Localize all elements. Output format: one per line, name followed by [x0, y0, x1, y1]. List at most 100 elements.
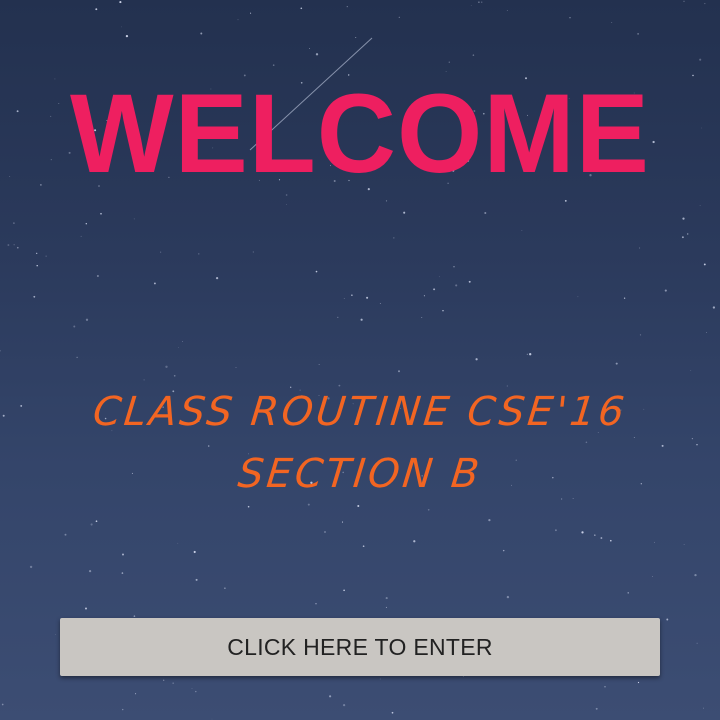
star [682, 217, 685, 220]
star [637, 33, 639, 35]
star [16, 246, 19, 249]
star [484, 211, 487, 215]
star [177, 542, 179, 544]
star [681, 236, 684, 239]
star [195, 578, 198, 581]
star [121, 572, 124, 574]
star [529, 353, 532, 356]
star [609, 539, 612, 542]
star [472, 54, 475, 56]
star [7, 244, 10, 246]
star [84, 607, 88, 610]
star [506, 10, 508, 11]
star [80, 235, 82, 237]
star [153, 282, 156, 285]
star [338, 384, 341, 387]
star [427, 508, 430, 511]
star [122, 708, 124, 711]
star [615, 362, 618, 365]
star [712, 306, 716, 309]
star [252, 251, 254, 253]
star [286, 204, 287, 205]
star [639, 334, 642, 336]
enter-button[interactable]: CLICK HERE TO ENTER [60, 618, 660, 676]
star [342, 703, 346, 707]
star [683, 0, 685, 2]
star [165, 365, 168, 368]
star [135, 693, 137, 695]
star [699, 205, 701, 207]
star [554, 529, 557, 532]
star [119, 1, 122, 4]
star [379, 303, 381, 304]
star [307, 503, 310, 506]
star [633, 437, 635, 438]
star [639, 247, 641, 249]
star [455, 284, 458, 287]
star [351, 294, 353, 296]
star [237, 19, 239, 21]
star [470, 5, 472, 6]
star [506, 595, 510, 599]
star [360, 318, 363, 321]
class-routine-subtitle: CLASS ROUTINE CSE'16 [90, 389, 630, 435]
star [133, 218, 135, 220]
star [85, 223, 87, 225]
star [577, 296, 579, 298]
star [398, 370, 400, 373]
star [366, 296, 369, 299]
star [706, 332, 707, 333]
star [173, 374, 176, 377]
star [468, 280, 471, 283]
star [318, 364, 320, 365]
star [385, 200, 388, 202]
star [413, 540, 416, 543]
star [45, 255, 47, 257]
star [403, 211, 406, 214]
star [85, 318, 89, 321]
star [247, 505, 250, 508]
star [687, 233, 689, 235]
star [627, 592, 629, 594]
star [481, 1, 483, 3]
star [337, 316, 339, 319]
star [250, 12, 252, 14]
star [195, 690, 197, 693]
star [121, 26, 122, 28]
star [315, 602, 317, 605]
star [290, 386, 292, 388]
star [594, 534, 596, 536]
star [694, 573, 697, 577]
star [398, 16, 400, 18]
star [666, 618, 669, 621]
star [0, 350, 1, 352]
star [163, 679, 165, 681]
star [341, 521, 344, 523]
star [690, 370, 692, 371]
star [182, 341, 183, 342]
star [502, 549, 505, 552]
star [569, 16, 571, 19]
star [211, 718, 213, 720]
star [272, 64, 275, 66]
star [661, 444, 664, 447]
star [64, 533, 67, 536]
star [198, 253, 200, 255]
star [315, 53, 319, 56]
star [1, 703, 4, 706]
star [329, 695, 332, 698]
star [36, 264, 38, 267]
star [595, 707, 598, 710]
star [664, 289, 667, 292]
star [90, 523, 93, 526]
page-title: WELCOME [69, 71, 650, 196]
star [604, 686, 606, 688]
star [13, 222, 15, 224]
star [572, 498, 574, 499]
star [73, 325, 76, 328]
star [36, 252, 38, 254]
star [702, 707, 705, 709]
star [442, 309, 444, 312]
star [346, 6, 348, 8]
star [191, 688, 193, 689]
